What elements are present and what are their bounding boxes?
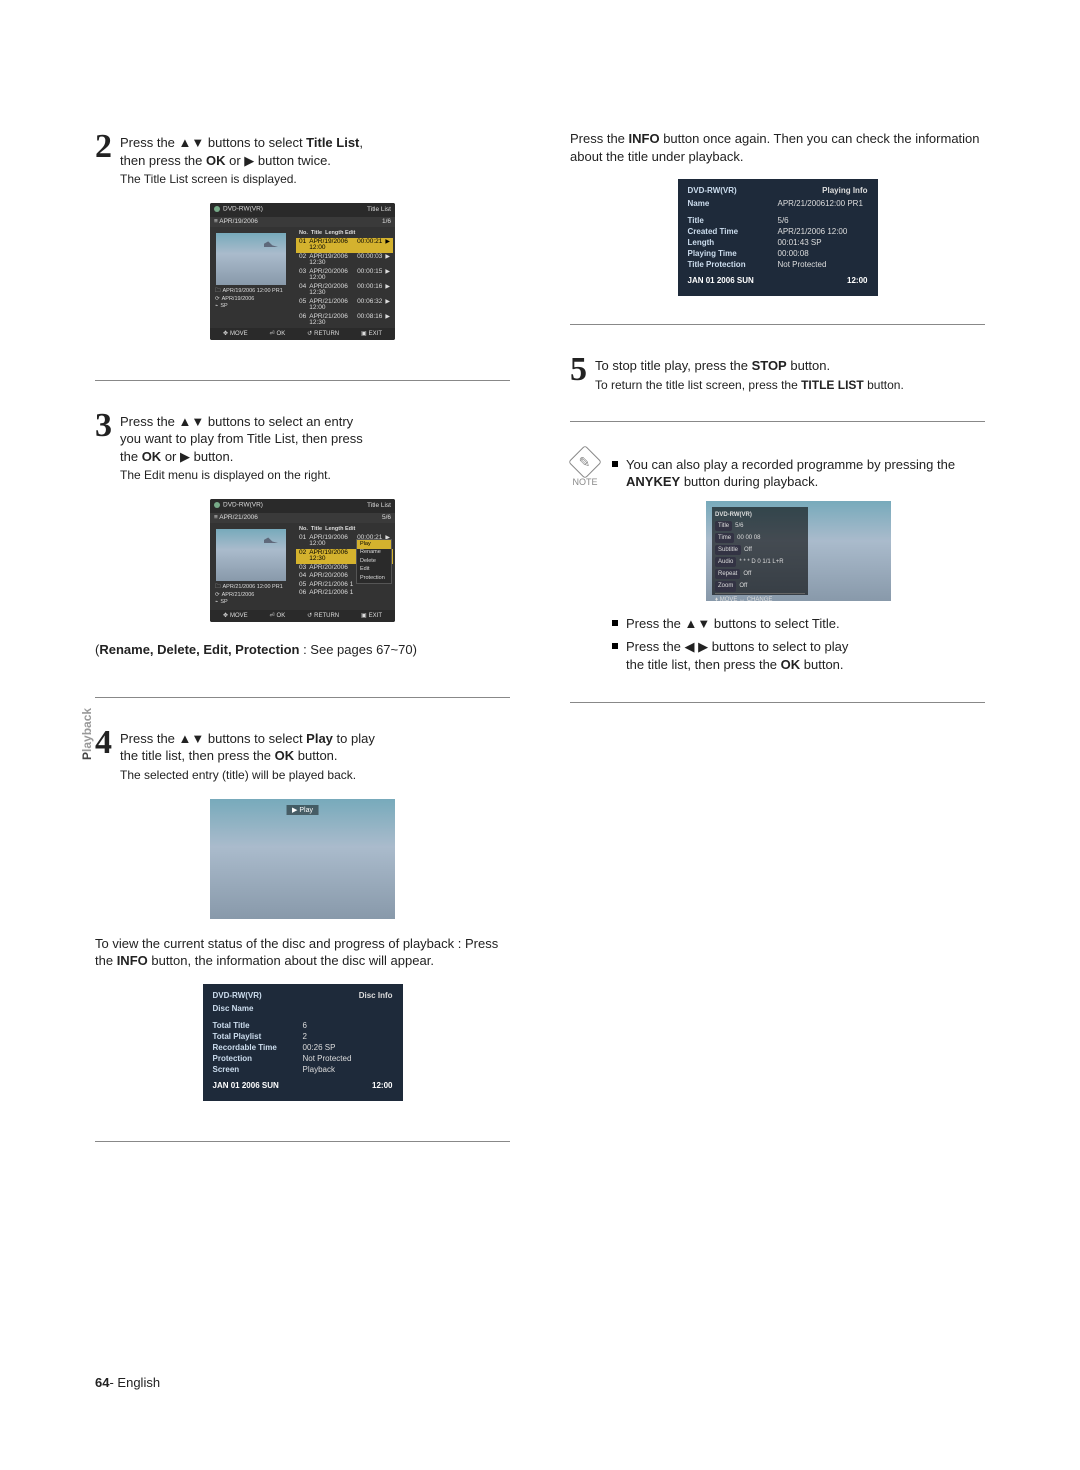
- info-button-tip: To view the current status of the disc a…: [95, 935, 510, 970]
- left-column: 2 Press the ▲▼ buttons to select Title L…: [95, 130, 510, 1170]
- up-down-icon: ▲▼: [179, 135, 205, 150]
- title-list-screenshot-1: DVD-RW(VR) Title List ≡ APR/19/2006 1/6 …: [210, 203, 395, 339]
- table-row: 02APR/19/2006 12:3000:00:03▶: [296, 253, 393, 268]
- disc-info-table: DVD-RW(VR)Disc Info Disc Name Total Titl…: [203, 984, 403, 1101]
- side-tab: Playback: [80, 708, 94, 760]
- step-2-block: 2 Press the ▲▼ buttons to select Title L…: [95, 130, 510, 340]
- step-3-block: 3 Press the ▲▼ buttons to select an entr…: [95, 409, 510, 657]
- note-block: NOTE You can also play a recorded progra…: [570, 450, 985, 674]
- step-4-number: 4: [95, 726, 112, 783]
- anykey-overlay-screenshot: DVD-RW(VR) Title5/6 Time00 00 08 Subtitl…: [706, 501, 891, 601]
- note-icon: NOTE: [570, 450, 600, 674]
- step-5-block: 5 To stop title play, press the STOP but…: [570, 353, 985, 393]
- table-row: 03APR/20/2006 12:0000:00:15▶: [296, 268, 393, 283]
- right-column: Press the INFO button once again. Then y…: [570, 130, 985, 1170]
- table-row: 06APR/21/2006 1: [296, 589, 393, 598]
- up-down-icon: ▲▼: [685, 616, 711, 631]
- step-2-number: 2: [95, 130, 112, 187]
- edit-menu-ref: (Rename, Delete, Edit, Protection : See …: [95, 642, 510, 657]
- step-5-number: 5: [570, 353, 587, 393]
- table-row: 06APR/21/2006 12:3000:08:16▶: [296, 313, 393, 328]
- table-row: 01APR/19/2006 12:0000:00:21▶: [296, 238, 393, 253]
- table-row: 05APR/21/2006 12:0000:06:32▶: [296, 298, 393, 313]
- play-right-icon: ▶: [244, 153, 254, 168]
- left-right-icon: ◀ ▶: [685, 639, 709, 654]
- playing-info-table: DVD-RW(VR)Playing Info NameAPR/21/200612…: [678, 179, 878, 296]
- page-content: 2 Press the ▲▼ buttons to select Title L…: [0, 0, 1080, 1230]
- edit-popup: Play Rename Delete Edit Protection: [356, 539, 392, 584]
- info-again-tip: Press the INFO button once again. Then y…: [570, 130, 985, 165]
- bullet-icon: [612, 461, 618, 467]
- play-right-icon: ▶: [180, 449, 190, 464]
- up-down-icon: ▲▼: [179, 731, 205, 746]
- title-list-screenshot-2: DVD-RW(VR) Title List ≡ APR/21/2006 5/6 …: [210, 499, 395, 621]
- table-row: 04APR/20/2006 12:3000:00:16▶: [296, 283, 393, 298]
- step-4-block: 4 Press the ▲▼ buttons to select Play to…: [95, 726, 510, 1101]
- playback-screenshot: ▶ Play: [210, 799, 395, 919]
- step-3-number: 3: [95, 409, 112, 484]
- up-down-icon: ▲▼: [179, 414, 205, 429]
- bullet-icon: [612, 643, 618, 649]
- page-footer: 64- English: [95, 1375, 160, 1390]
- bullet-icon: [612, 620, 618, 626]
